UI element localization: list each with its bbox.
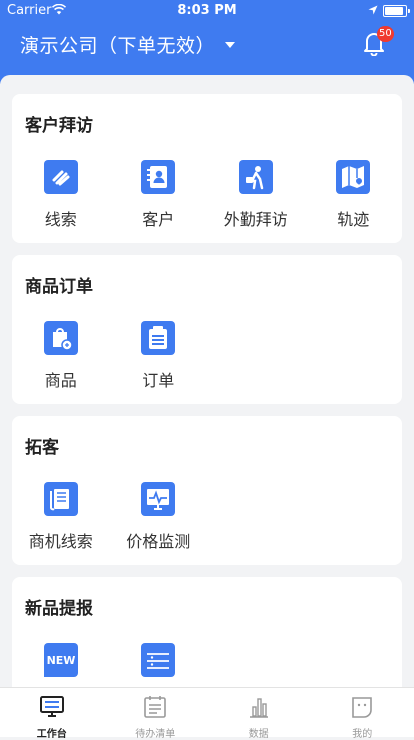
menu-item-clue[interactable]: 线索 [12,160,110,230]
menu-item-label: 价格监测 [110,528,208,552]
section-title: 新品提报 [25,594,93,619]
workbench-icon [39,695,65,719]
menu-item-order[interactable]: 订单 [110,321,208,391]
menu-item-cabinet[interactable] [110,643,208,677]
tab-todo-list[interactable]: 待办清单 [104,688,208,737]
company-name: 演示公司（下单无效） [20,31,215,58]
menu-item-label: 商品 [12,367,110,391]
bar-chart-icon [246,695,272,719]
price-monitor-icon [141,482,175,516]
field-visit-icon [239,160,273,194]
menu-item-product[interactable]: 商品 [12,321,110,391]
menu-item-field-visit[interactable]: 外勤拜访 [207,160,305,230]
chevron-down-icon [225,42,235,48]
order-icon [141,321,175,355]
tab-workbench[interactable]: 工作台 [0,688,104,737]
cabinet-icon [141,643,175,677]
track-map-icon [336,160,370,194]
tab-label: 工作台 [0,725,104,740]
status-bar: Carrier 8:03 PM [0,0,414,22]
menu-item-label: 订单 [110,367,208,391]
menu-item-new-product[interactable]: NEW [12,643,110,677]
app-header: Carrier 8:03 PM 演示公司（下单无效） 50 [0,0,414,84]
tab-bar: 工作台 待办清单 数据 我的 [0,687,414,737]
section-title: 拓客 [25,433,59,458]
customer-icon [141,160,175,194]
menu-item-label: 商机线索 [12,528,110,552]
company-switcher[interactable]: 演示公司（下单无效） [20,31,235,58]
notification-badge: 50 [377,26,394,42]
workbench-content: 客户拜访 线索 客户 外勤拜访 [0,75,414,687]
menu-item-opportunity[interactable]: 商机线索 [12,482,110,552]
menu-item-label: 线索 [12,206,110,230]
status-time: 8:03 PM [0,3,414,18]
menu-item-customer[interactable]: 客户 [110,160,208,230]
todo-list-icon [142,695,168,719]
tab-label: 待办清单 [104,725,208,740]
tab-label: 我的 [311,725,414,740]
clue-icon [44,160,78,194]
menu-item-label: 外勤拜访 [207,206,305,230]
section-title: 商品订单 [25,272,93,297]
opportunity-icon [44,482,78,516]
menu-item-label: 轨迹 [305,206,403,230]
profile-face-icon [349,695,375,719]
tab-label: 数据 [207,725,311,740]
section-customer-visit: 客户拜访 线索 客户 外勤拜访 [12,94,402,243]
svg-text:NEW: NEW [46,654,75,667]
tab-data[interactable]: 数据 [207,688,311,737]
section-customer-acquisition: 拓客 商机线索 价格监测 [12,416,402,565]
location-arrow-icon [368,5,378,15]
product-icon [44,321,78,355]
new-product-icon: NEW [44,643,78,677]
section-product-order: 商品订单 商品 订单 [12,255,402,404]
section-new-product-report: 新品提报 NEW [12,577,402,687]
menu-item-price-monitor[interactable]: 价格监测 [110,482,208,552]
section-title: 客户拜访 [25,111,93,136]
menu-item-label: 客户 [110,206,208,230]
tab-mine[interactable]: 我的 [311,688,414,737]
menu-item-track[interactable]: 轨迹 [305,160,403,230]
battery-icon [383,5,407,17]
